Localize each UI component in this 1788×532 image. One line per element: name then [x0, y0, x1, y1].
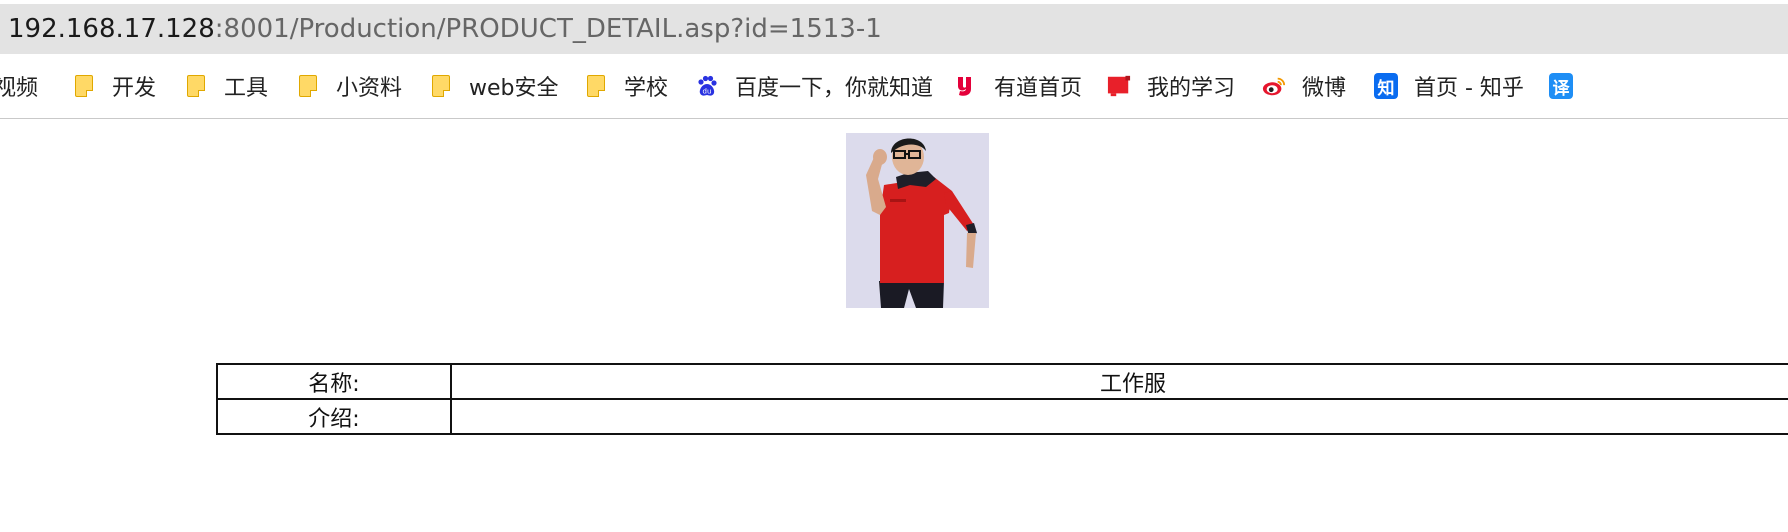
bookmark-translate[interactable]: 译 [1549, 54, 1589, 118]
bookmark-folder-notes[interactable]: 小资料 [296, 54, 402, 118]
weibo-icon [1262, 74, 1286, 98]
name-value: 工作服 [450, 363, 1788, 400]
bookmark-my-study[interactable]: 我的学习 [1107, 54, 1235, 118]
bookmark-label: 工具 [224, 76, 269, 101]
folder-icon [429, 74, 453, 98]
folder-icon [296, 74, 320, 98]
bookmark-weibo[interactable]: 微博 [1262, 54, 1346, 118]
bookmark-video[interactable]: 视频 [0, 54, 38, 118]
bookmark-baidu[interactable]: du 百度一下，你就知道 [695, 54, 933, 118]
bookmark-zhihu[interactable]: 知 首页 - 知乎 [1374, 54, 1524, 118]
bookmark-youdao[interactable]: 有道首页 [954, 54, 1082, 118]
url-path: :8001/Production/PRODUCT_DETAIL.asp?id=1… [214, 14, 882, 44]
bookmark-folder-dev[interactable]: 开发 [72, 54, 156, 118]
bookmark-label: 视频 [0, 76, 39, 101]
bookmark-label: 开发 [112, 76, 157, 101]
intro-value [450, 398, 1788, 435]
table-row: 名称: 工作服 [216, 363, 1788, 400]
page-content: 名称: 工作服 介绍: [0, 119, 1788, 532]
address-bar[interactable]: 192.168.17.128:8001/Production/PRODUCT_D… [0, 4, 1788, 54]
baidu-paw-icon: du [695, 74, 719, 98]
url-host: 192.168.17.128 [8, 14, 215, 44]
intro-label: 介绍: [216, 398, 452, 435]
bookmark-folder-school[interactable]: 学校 [584, 54, 668, 118]
youdao-icon [954, 74, 978, 98]
svg-text:du: du [703, 88, 712, 96]
bookmark-folder-tools[interactable]: 工具 [184, 54, 268, 118]
bookmark-label: 微博 [1302, 76, 1347, 101]
name-label: 名称: [216, 363, 452, 400]
bookmark-label: 学校 [624, 76, 669, 101]
bookmark-label: 百度一下，你就知道 [735, 76, 934, 101]
folder-icon [584, 74, 608, 98]
folder-icon [184, 74, 208, 98]
bookmark-label: 我的学习 [1147, 76, 1236, 101]
product-image [846, 133, 989, 308]
bookmark-label: 小资料 [336, 76, 403, 101]
translate-icon: 译 [1549, 73, 1573, 99]
bookmarks-bar: 视频 开发 工具 小资料 web安全 学校 du 百度一下，你就 [0, 54, 1788, 119]
product-detail-table: 名称: 工作服 介绍: [216, 363, 1788, 435]
bookmark-label: 首页 - 知乎 [1414, 76, 1524, 101]
bookmark-folder-websec[interactable]: web安全 [429, 54, 559, 118]
bookmark-label: web安全 [469, 76, 559, 101]
red-note-icon [1107, 74, 1131, 98]
zhihu-icon: 知 [1374, 73, 1398, 99]
folder-icon [72, 74, 96, 98]
bookmark-label: 有道首页 [994, 76, 1083, 101]
table-row: 介绍: [216, 398, 1788, 435]
